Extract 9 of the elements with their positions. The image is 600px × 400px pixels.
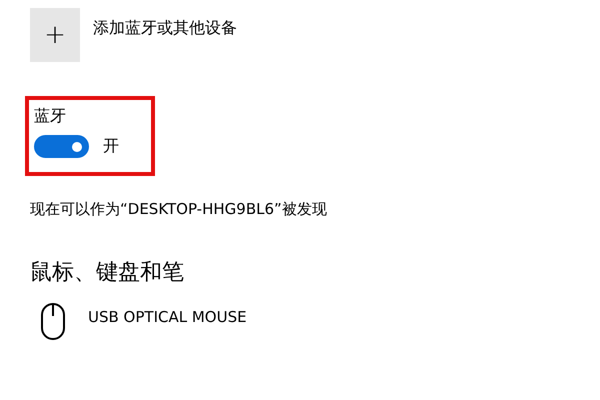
bluetooth-title: 蓝牙 [34,106,67,127]
section-heading: 鼠标、键盘和笔 [30,259,185,287]
device-name[interactable]: USB OPTICAL MOUSE [88,308,247,326]
toggle-state-label: 开 [103,136,119,157]
add-button[interactable]: + [30,8,80,62]
add-device-label: 添加蓝牙或其他设备 [93,18,237,39]
discoverable-text: 现在可以作为“DESKTOP-HHG9BL6”被发现 [30,200,328,219]
mouse-icon [38,301,68,341]
bluetooth-toggle[interactable] [34,135,89,158]
